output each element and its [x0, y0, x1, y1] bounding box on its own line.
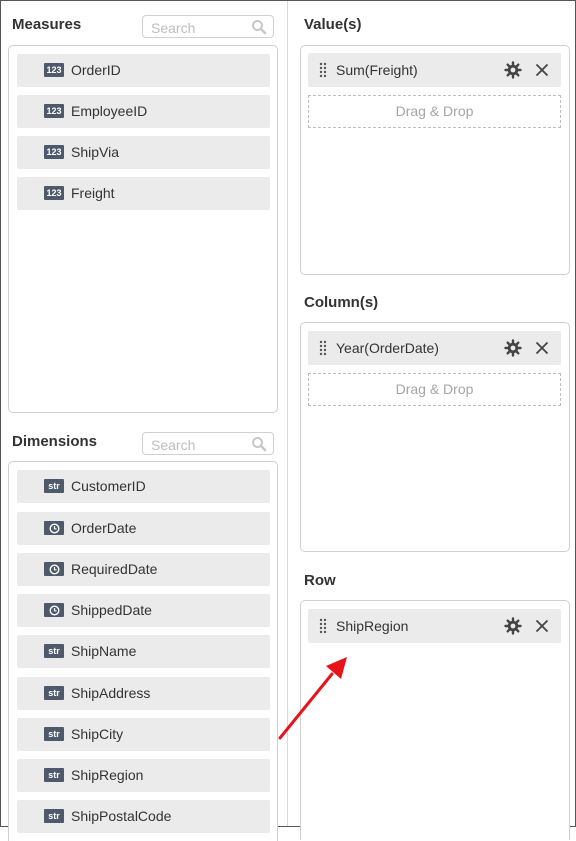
dimension-item-shippostalcode[interactable]: str ShipPostalCode	[17, 800, 270, 833]
drag-drop-placeholder[interactable]: Drag & Drop	[308, 373, 561, 406]
clock-icon	[44, 521, 64, 535]
number-type-icon: 123	[44, 63, 64, 77]
values-title: Value(s)	[304, 16, 362, 33]
dimension-item-shippeddate[interactable]: ShippedDate	[17, 594, 270, 627]
field-label: OrderDate	[71, 520, 137, 536]
measures-list: 123 OrderID 123 EmployeeID 123 ShipVia 1…	[8, 45, 278, 413]
value-item-sum-freight[interactable]: Sum(Freight)	[308, 53, 561, 87]
string-type-icon: str	[44, 686, 64, 700]
column-item-label: Year(OrderDate)	[336, 340, 439, 356]
column-item-year-orderdate[interactable]: Year(OrderDate)	[308, 331, 561, 365]
measure-item-freight[interactable]: 123 Freight	[17, 177, 270, 210]
string-type-icon: str	[44, 809, 64, 823]
field-label: RequiredDate	[71, 561, 158, 577]
drag-handle-icon[interactable]	[319, 340, 327, 356]
field-label: ShipPostalCode	[71, 808, 172, 824]
dimensions-title: Dimensions	[12, 433, 98, 450]
drag-drop-placeholder[interactable]: Drag & Drop	[308, 95, 561, 128]
string-type-icon: str	[44, 479, 64, 493]
row-title: Row	[304, 572, 336, 589]
dimension-item-orderdate[interactable]: OrderDate	[17, 512, 270, 545]
close-icon[interactable]	[534, 340, 550, 356]
dimension-item-requireddate[interactable]: RequiredDate	[17, 553, 270, 586]
field-label: ShipCity	[71, 726, 124, 742]
measures-search[interactable]	[142, 15, 274, 39]
gear-icon[interactable]	[504, 339, 522, 357]
measures-search-input[interactable]	[149, 16, 253, 39]
dimensions-list: str CustomerID OrderDate RequiredDate Sh…	[8, 461, 278, 841]
string-type-icon: str	[44, 768, 64, 782]
field-label: OrderID	[71, 62, 121, 78]
field-label: ShippedDate	[71, 602, 152, 618]
dimension-item-shipcity[interactable]: str ShipCity	[17, 718, 270, 751]
field-label: Freight	[71, 185, 115, 201]
drag-handle-icon[interactable]	[319, 62, 327, 78]
measures-title: Measures	[12, 16, 82, 33]
dimension-item-shipaddress[interactable]: str ShipAddress	[17, 677, 270, 710]
gear-icon[interactable]	[504, 617, 522, 635]
string-type-icon: str	[44, 644, 64, 658]
field-label: ShipRegion	[71, 767, 144, 783]
field-label: ShipAddress	[71, 685, 151, 701]
dimension-item-customerid[interactable]: str CustomerID	[17, 470, 270, 503]
row-item-label: ShipRegion	[336, 618, 409, 634]
number-type-icon: 123	[44, 145, 64, 159]
field-label: ShipVia	[71, 144, 120, 160]
red-arrow-icon	[278, 657, 347, 740]
field-label: EmployeeID	[71, 103, 148, 119]
search-icon[interactable]	[251, 19, 267, 35]
gear-icon[interactable]	[504, 61, 522, 79]
dimensions-search[interactable]	[142, 432, 274, 456]
measure-item-shipvia[interactable]: 123 ShipVia	[17, 136, 270, 169]
value-item-label: Sum(Freight)	[336, 62, 418, 78]
dimensions-search-input[interactable]	[149, 433, 253, 456]
drag-handle-icon[interactable]	[319, 618, 327, 634]
values-drop-zone[interactable]: Sum(Freight) Drag & Drop	[300, 45, 570, 275]
measure-item-employeeid[interactable]: 123 EmployeeID	[17, 95, 270, 128]
clock-icon	[44, 603, 64, 617]
dimension-item-shipregion[interactable]: str ShipRegion	[17, 759, 270, 792]
measure-item-orderid[interactable]: 123 OrderID	[17, 54, 270, 87]
columns-title: Column(s)	[304, 294, 379, 311]
number-type-icon: 123	[44, 186, 64, 200]
close-icon[interactable]	[534, 618, 550, 634]
string-type-icon: str	[44, 727, 64, 741]
field-label: CustomerID	[71, 478, 146, 494]
clock-icon	[44, 562, 64, 576]
number-type-icon: 123	[44, 104, 64, 118]
search-icon[interactable]	[251, 436, 267, 452]
dimension-item-shipname[interactable]: str ShipName	[17, 635, 270, 668]
row-item-shipregion[interactable]: ShipRegion	[308, 609, 561, 643]
field-label: ShipName	[71, 643, 137, 659]
close-icon[interactable]	[534, 62, 550, 78]
columns-drop-zone[interactable]: Year(OrderDate) Drag & Drop	[300, 322, 570, 552]
